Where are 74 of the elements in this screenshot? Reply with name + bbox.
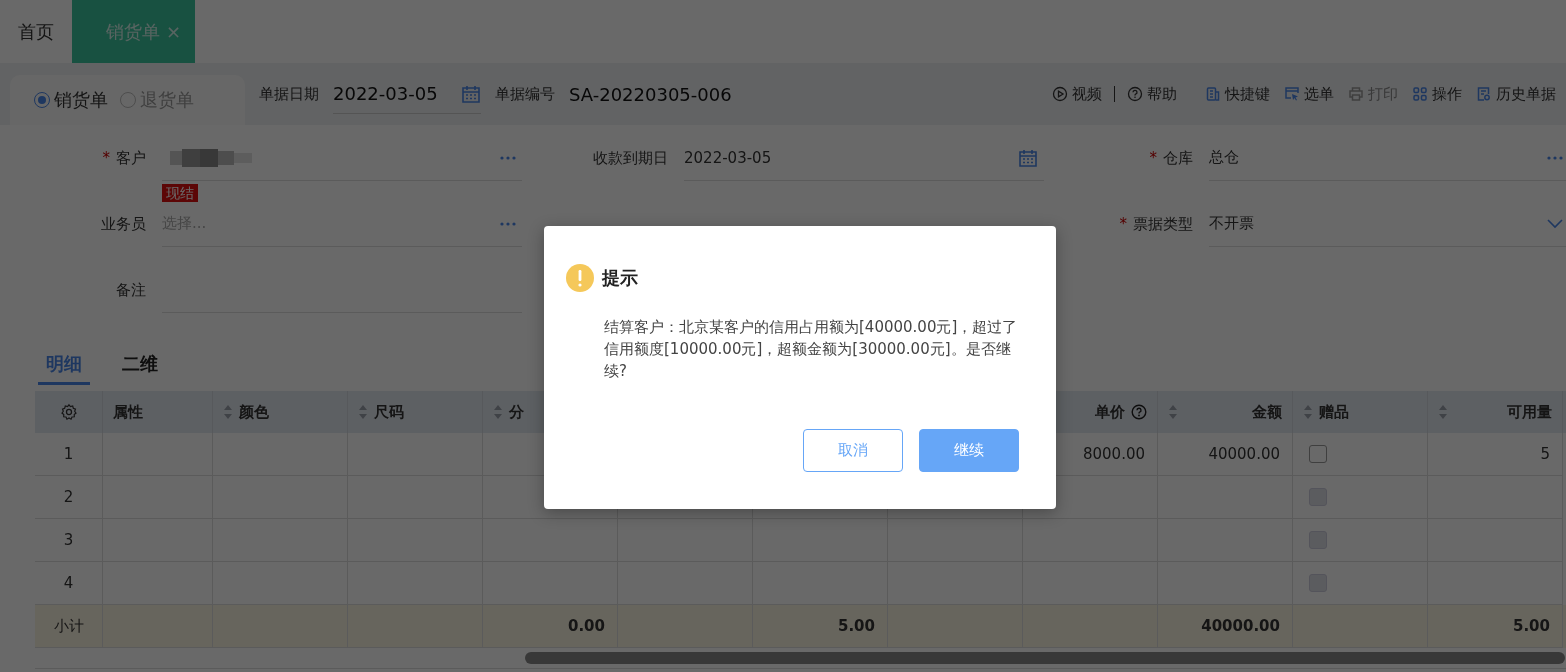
help-link[interactable]: 视频	[1052, 84, 1102, 104]
document-search-icon	[1476, 86, 1492, 102]
field-label: 票据类型	[1133, 214, 1193, 234]
toolbar-button[interactable]: 历史单据	[1476, 84, 1556, 104]
subtotal-label: 小计	[35, 605, 103, 648]
row-number: 3	[35, 519, 103, 562]
required-mark: *	[102, 149, 110, 167]
grid-icon	[1412, 86, 1428, 102]
input-field[interactable]: 不开票	[1209, 201, 1566, 247]
chevron-down-icon[interactable]	[1547, 218, 1563, 229]
input-field[interactable]: 总仓	[1209, 135, 1566, 181]
toolbar-button[interactable]: 快捷键	[1205, 84, 1270, 104]
required-mark: *	[1119, 215, 1127, 233]
warning-icon	[566, 264, 594, 292]
field-label: 收款到期日	[593, 148, 668, 168]
field-label: 单据日期	[259, 84, 319, 104]
subtotal-cell: 5.00	[1428, 605, 1563, 648]
row-number: 2	[35, 476, 103, 519]
header-cell: 金额	[1158, 391, 1293, 433]
more-icon[interactable]	[500, 221, 516, 226]
page-tab[interactable]: 首页	[0, 0, 72, 63]
field-value: 2022-03-05	[684, 148, 772, 167]
sort-icon[interactable]	[1438, 404, 1448, 420]
printer-icon	[1348, 86, 1364, 102]
document-icon	[1205, 86, 1221, 102]
subtotal-cell: 0.00	[483, 605, 618, 648]
field-label: 仓库	[1163, 148, 1193, 168]
status-tag: 现结	[162, 184, 198, 202]
header-cell: 赠品	[1293, 391, 1428, 433]
field-value: 总仓	[1209, 148, 1239, 167]
dialog-message: 结算客户：北京某客户的信用占用额为[40000.00元]，超过了信用额度[10000.00元]，超额金额为[30000.00元]。是否继续?	[604, 317, 1019, 382]
header-cell: 属性	[103, 391, 213, 433]
continue-button[interactable]: 继续	[919, 429, 1019, 472]
header-cell: 颜色	[213, 391, 348, 433]
input-field[interactable]: 2022-03-05	[684, 135, 1044, 181]
sort-icon[interactable]	[358, 404, 368, 420]
help-icon	[1127, 86, 1143, 102]
help-link[interactable]: 帮助	[1127, 84, 1177, 104]
calendar-icon[interactable]	[461, 83, 481, 104]
play-icon	[1052, 86, 1068, 102]
field-value: SA-20220305-006	[569, 82, 732, 107]
field-label: 备注	[116, 280, 146, 300]
help-icon[interactable]	[1131, 404, 1147, 420]
toolbar-button[interactable]: 操作	[1412, 84, 1462, 104]
row-number: 1	[35, 433, 103, 476]
settings-icon[interactable]	[59, 403, 78, 421]
cancel-button[interactable]: 取消	[803, 429, 903, 472]
field-label: 业务员	[101, 214, 146, 234]
dialog-title: 提示	[602, 266, 638, 290]
date-field[interactable]: 2022-03-05	[333, 74, 481, 114]
sort-icon[interactable]	[493, 404, 503, 420]
sort-icon[interactable]	[1303, 404, 1313, 420]
scrollbar-thumb[interactable]	[525, 652, 1565, 664]
sort-icon[interactable]	[1168, 404, 1178, 420]
field-label: 客户	[116, 148, 146, 168]
calendar-icon[interactable]	[1018, 147, 1038, 168]
toolbar-button[interactable]: 选单	[1284, 84, 1334, 104]
field-label: 单据编号	[495, 84, 555, 104]
detail-tab[interactable]: 二维	[114, 352, 166, 385]
sort-icon[interactable]	[223, 404, 233, 420]
window-cursor-icon	[1284, 86, 1300, 102]
field-value: 不开票	[1209, 214, 1254, 233]
subtotal-cell: 40000.00	[1158, 605, 1293, 648]
header-cell: 尺码	[348, 391, 483, 433]
radio-option[interactable]: 销货单	[34, 88, 108, 112]
table-cell: 40000.00	[1158, 433, 1293, 476]
table-cell: 5	[1428, 433, 1563, 476]
detail-tab[interactable]: 明细	[38, 352, 90, 385]
more-icon[interactable]	[500, 155, 516, 160]
checkbox[interactable]	[1309, 445, 1327, 463]
subtotal-cell: 5.00	[753, 605, 888, 648]
more-icon[interactable]	[1547, 155, 1563, 160]
header-cell: 可用量	[1428, 391, 1563, 433]
required-mark: *	[1149, 149, 1157, 167]
